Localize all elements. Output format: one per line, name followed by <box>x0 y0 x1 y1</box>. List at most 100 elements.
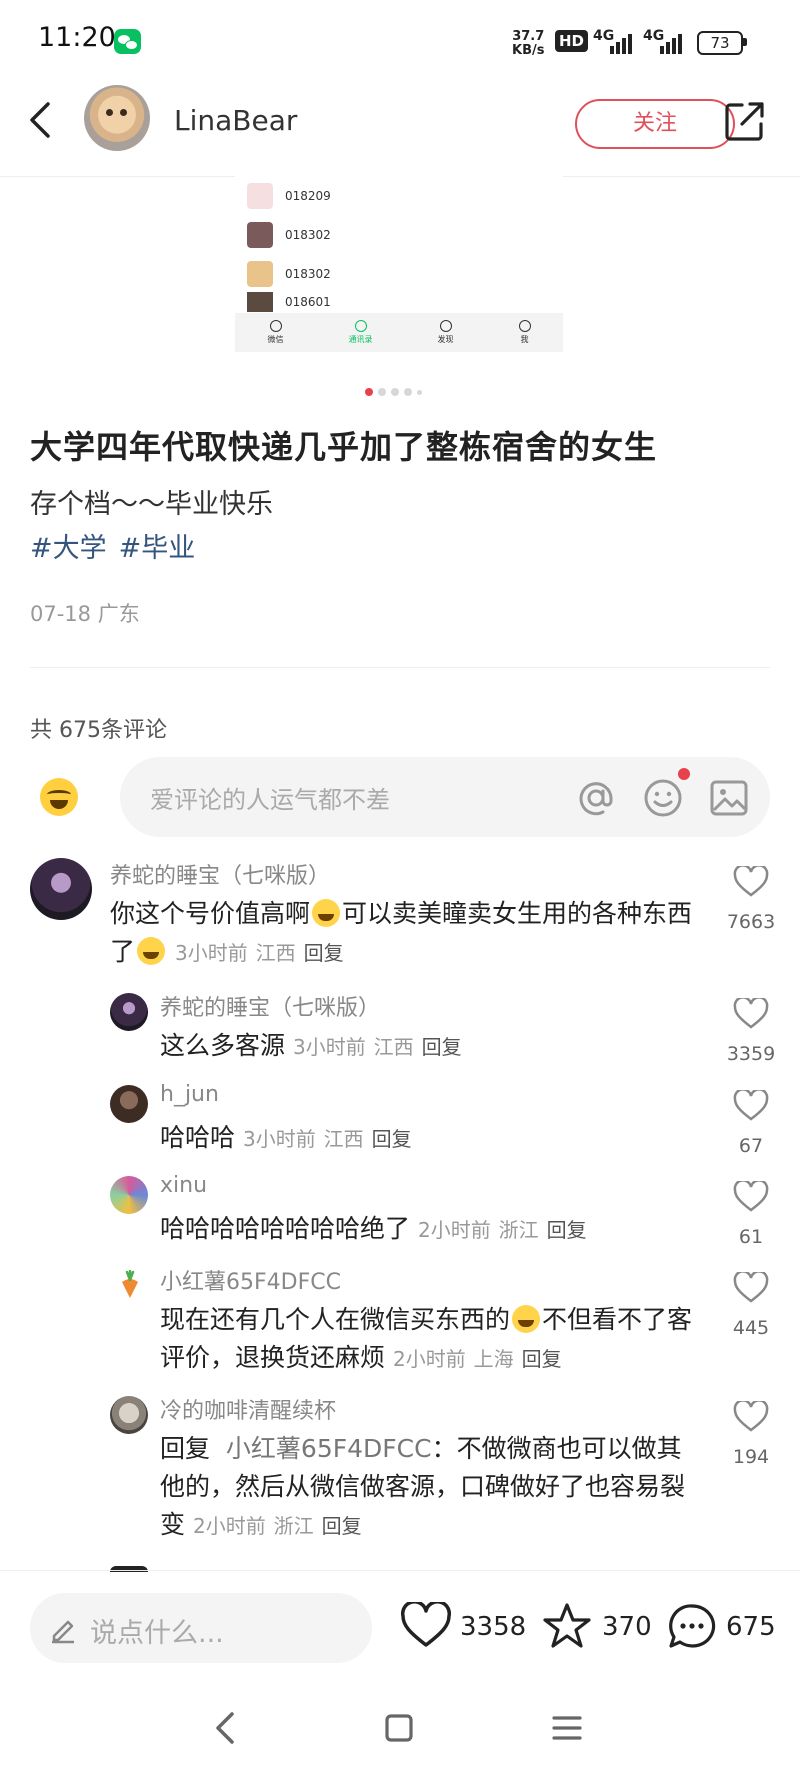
mention-button[interactable] <box>575 777 617 823</box>
laughing-emoji-icon <box>137 937 166 965</box>
battery-icon: 73 <box>697 31 743 55</box>
status-time: 11:20 <box>38 22 116 53</box>
post-image[interactable]: 018209 018302 018302 018601 微信 通讯录 发现 我 <box>235 176 563 352</box>
system-back-button[interactable] <box>212 1710 238 1750</box>
contact-name: 018601 <box>285 295 331 309</box>
comments-button[interactable] <box>666 1602 718 1654</box>
net-speed-unit: KB/s <box>512 43 545 58</box>
comment-time: 3小时前 <box>174 941 248 965</box>
like-count: 67 <box>738 1135 764 1157</box>
like-post-button[interactable] <box>400 1600 452 1654</box>
favorite-button[interactable] <box>542 1602 592 1654</box>
comment-text-part: 你这个号价值高啊 <box>110 899 311 928</box>
post-like-count: 3358 <box>460 1612 527 1642</box>
contact-row: 018601 <box>247 292 331 312</box>
back-button[interactable] <box>28 100 52 144</box>
wechat-tabbar: 微信 通讯录 发现 我 <box>235 313 563 352</box>
heart-icon <box>733 864 769 897</box>
commenter-name[interactable]: 养蛇的睡宝（七咪版） <box>160 990 380 1022</box>
like-button[interactable] <box>733 1399 769 1437</box>
contact-row: 018302 <box>247 258 331 290</box>
reply-button[interactable]: 回复 <box>422 1035 462 1059</box>
system-home-button[interactable] <box>382 1710 416 1750</box>
comment-time: 3小时前 <box>292 1035 366 1059</box>
tab-label: 发现 <box>437 335 454 344</box>
contact-row: 018302 <box>247 219 331 251</box>
comment-count: 共 675条评论 <box>30 718 167 743</box>
follow-button[interactable]: 关注 <box>575 99 735 149</box>
comment-text: 现在还有几个人在微信买东西的 不但看不了客评价，退换货还麻烦 2小时前 上海 回复 <box>160 1301 700 1378</box>
carousel-dot[interactable] <box>365 388 373 396</box>
square-icon <box>385 1714 413 1742</box>
comment-time: 2小时前 <box>417 1218 491 1242</box>
post-comment-count: 675 <box>726 1612 776 1642</box>
carousel-dot[interactable] <box>404 388 412 396</box>
commenter-name[interactable]: h_jun <box>160 1082 219 1107</box>
like-button[interactable] <box>733 1088 769 1126</box>
share-button[interactable] <box>724 100 766 146</box>
like-count: 3359 <box>726 1043 776 1065</box>
carousel-dot[interactable] <box>391 388 399 396</box>
commenter-avatar[interactable] <box>110 1396 148 1434</box>
carousel-dots[interactable] <box>365 388 422 396</box>
tag-link[interactable]: #大学 <box>30 526 107 565</box>
reply-button[interactable]: 回复 <box>522 1347 562 1371</box>
emoji-button[interactable] <box>642 777 684 823</box>
commenter-avatar-partial <box>110 1566 148 1572</box>
carousel-dot[interactable] <box>378 388 386 396</box>
commenter-avatar[interactable] <box>110 1085 148 1123</box>
contacts-icon <box>354 320 367 332</box>
commenter-avatar[interactable] <box>30 858 92 920</box>
system-menu-button[interactable] <box>550 1710 584 1750</box>
like-button[interactable] <box>733 1270 769 1308</box>
commenter-avatar[interactable] <box>110 993 148 1031</box>
signal-bars-2-icon <box>660 30 682 54</box>
comment-text: 回复 小红薯65F4DFCC：不做微商也可以做其他的，然后从微信做客源，口碑做好… <box>160 1430 700 1545</box>
like-button[interactable] <box>733 864 769 902</box>
commenter-name[interactable]: 冷的咖啡清醒续杯 <box>160 1393 336 1425</box>
reply-button[interactable]: 回复 <box>304 941 344 965</box>
commenter-avatar[interactable] <box>110 1176 148 1214</box>
menu-icon <box>552 1716 582 1740</box>
like-count: 445 <box>732 1317 770 1339</box>
reply-button[interactable]: 回复 <box>322 1514 362 1538</box>
comment-time: 2小时前 <box>392 1347 466 1371</box>
network-speed: 37.7 KB/s <box>512 30 544 58</box>
chat-bubble-icon <box>669 1604 716 1648</box>
comment-time: 3小时前 <box>242 1127 316 1151</box>
carousel-dot[interactable] <box>417 389 422 395</box>
notification-dot <box>678 768 690 780</box>
wechat-tab-discover: 发现 <box>438 313 454 352</box>
like-button[interactable] <box>733 996 769 1034</box>
person-icon <box>518 320 531 332</box>
author-avatar[interactable] <box>84 85 150 151</box>
like-count: 194 <box>732 1446 770 1468</box>
commenter-avatar[interactable] <box>118 1269 142 1304</box>
tag-link[interactable]: #毕业 <box>119 526 196 565</box>
commenter-name[interactable]: 小红薯65F4DFCC <box>160 1264 341 1296</box>
author-name[interactable]: LinaBear <box>174 104 297 137</box>
wechat-notification-icon <box>114 29 141 54</box>
mention-link[interactable]: 小红薯65F4DFCC <box>226 1434 432 1463</box>
image-button[interactable] <box>708 777 750 823</box>
reply-button[interactable]: 回复 <box>372 1127 412 1151</box>
contact-avatar <box>247 261 273 287</box>
contact-row: 018209 <box>247 180 331 212</box>
heart-icon <box>733 1179 769 1212</box>
laughing-emoji-icon <box>312 899 341 927</box>
comment-text-part: 现在还有几个人在微信买东西的 <box>160 1305 511 1334</box>
comment-location: 江西 <box>255 941 296 965</box>
contact-name: 018302 <box>285 267 331 281</box>
say-something-placeholder[interactable]: 说点什么... <box>90 1611 224 1650</box>
compass-icon <box>439 320 452 332</box>
commenter-name[interactable]: 养蛇的睡宝（七咪版） <box>110 858 330 890</box>
post-description: 存个档～～毕业快乐 <box>30 489 273 520</box>
bottom-bar-divider <box>0 1570 800 1571</box>
heart-icon <box>733 1399 769 1432</box>
heart-icon <box>733 1088 769 1121</box>
heart-icon <box>733 996 769 1029</box>
reply-button[interactable]: 回复 <box>547 1218 587 1242</box>
like-button[interactable] <box>733 1179 769 1217</box>
comment-input-placeholder[interactable]: 爱评论的人运气都不差 <box>150 780 390 815</box>
commenter-name[interactable]: xinu <box>160 1173 207 1198</box>
